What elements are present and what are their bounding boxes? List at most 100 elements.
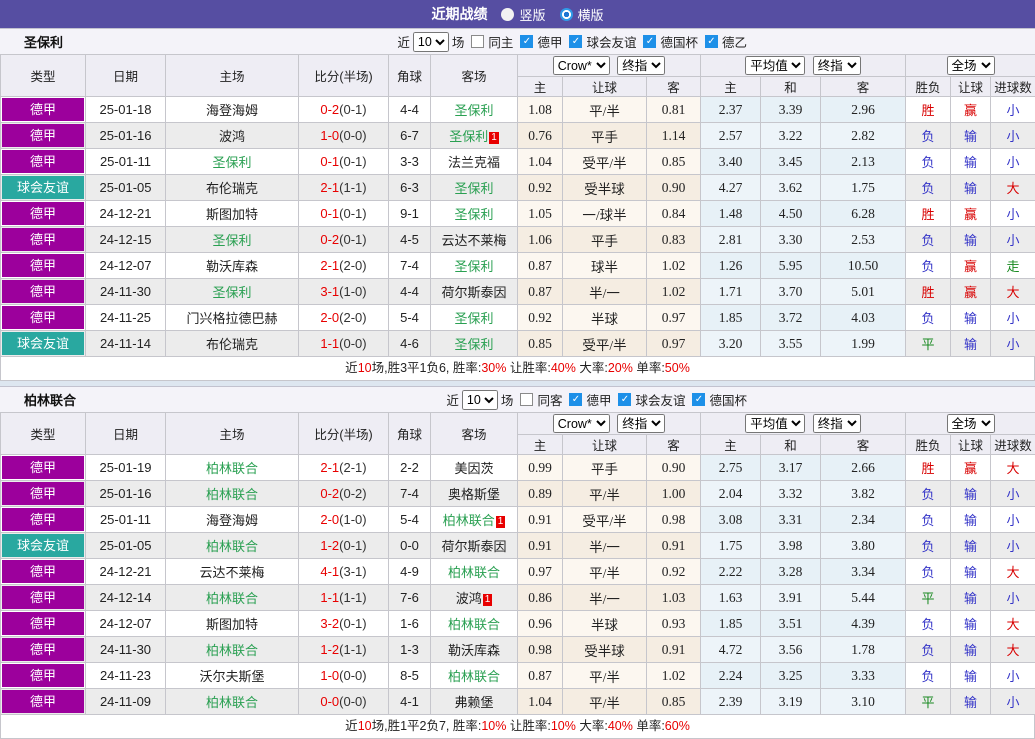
same-venue-checkbox[interactable] xyxy=(471,35,484,48)
league-type-cell: 球会友谊 xyxy=(1,331,86,357)
league-checkbox[interactable] xyxy=(643,35,656,48)
home-odds-cell: 1.04 xyxy=(518,149,563,175)
league-checkbox-label: 德甲 xyxy=(537,32,562,51)
league-type-cell: 德甲 xyxy=(1,253,86,279)
home-team-name: 门兴格拉德巴赫 xyxy=(186,311,277,326)
league-checkbox[interactable] xyxy=(705,35,718,48)
handicap-result-cell: 输 xyxy=(951,481,991,507)
avg-away-cell: 1.99 xyxy=(821,331,906,357)
fulltime-score: 2-0 xyxy=(320,310,339,325)
team-name: 圣保利 xyxy=(24,32,63,51)
fulltime-score: 0-2 xyxy=(320,102,339,117)
match-count-select[interactable]: 10 xyxy=(413,32,449,52)
avg-select[interactable]: 平均值 xyxy=(745,414,805,433)
handicap-result-cell: 赢 xyxy=(951,253,991,279)
away-team-cell: 圣保利 xyxy=(431,305,518,331)
league-checkbox-label: 德国杯 xyxy=(709,390,747,409)
avg-draw-cell: 3.30 xyxy=(761,227,821,253)
sub-header: 让球 xyxy=(563,77,647,97)
league-checkbox[interactable] xyxy=(692,393,705,406)
league-type-badge: 德甲 xyxy=(2,664,84,687)
table-row: 德甲24-11-23沃尔夫斯堡1-0(0-0)8-5柏林联合0.87平/半1.0… xyxy=(1,663,1035,689)
handicap-result-cell: 输 xyxy=(951,149,991,175)
avg-time-select[interactable]: 终指 xyxy=(813,56,861,75)
result-cell: 负 xyxy=(906,149,951,175)
avg-home-cell: 1.48 xyxy=(701,201,761,227)
table-row: 德甲25-01-11海登海姆2-0(1-0)5-4柏林联合10.91受平/半0.… xyxy=(1,507,1035,533)
odds-time-select[interactable]: 终指 xyxy=(617,56,665,75)
away-team-cell: 勒沃库森 xyxy=(431,637,518,663)
summary-text: 大率: xyxy=(576,361,608,375)
home-team-cell: 波鸿 xyxy=(166,123,299,149)
league-type-badge: 德甲 xyxy=(2,98,84,121)
summary-text: 10% xyxy=(551,719,576,733)
scope-select[interactable]: 全场 xyxy=(947,414,995,433)
goals-result-cell: 大 xyxy=(991,637,1035,663)
near-label: 近 xyxy=(446,390,459,409)
league-checkbox[interactable] xyxy=(618,393,631,406)
match-count-select[interactable]: 10 xyxy=(462,390,498,410)
goals-result-cell: 大 xyxy=(991,559,1035,585)
avg-home-cell: 2.39 xyxy=(701,689,761,715)
handicap-cell: 平/半 xyxy=(563,481,647,507)
odds-source-select[interactable]: Crow* xyxy=(553,56,610,75)
avg-draw-cell: 4.50 xyxy=(761,201,821,227)
home-team-cell: 斯图加特 xyxy=(166,611,299,637)
avg-draw-cell: 3.55 xyxy=(761,331,821,357)
halftime-score: (1-0) xyxy=(339,512,366,527)
corners-cell: 0-0 xyxy=(389,533,431,559)
table-row: 球会友谊25-01-05柏林联合1-2(0-1)0-0荷尔斯泰因0.91半/一0… xyxy=(1,533,1035,559)
home-team-name: 斯图加特 xyxy=(206,207,258,222)
avg-home-cell: 2.24 xyxy=(701,663,761,689)
same-venue-checkbox[interactable] xyxy=(520,393,533,406)
home-team-name: 云达不莱梅 xyxy=(199,565,264,580)
handicap-cell: 半球 xyxy=(563,611,647,637)
fulltime-score: 0-1 xyxy=(320,206,339,221)
avg-away-cell: 2.66 xyxy=(821,455,906,481)
summary-text: 单率: xyxy=(633,719,665,733)
home-team-name: 柏林联合 xyxy=(206,695,258,710)
radio-icon[interactable] xyxy=(501,8,514,21)
score-cell: 4-1(3-1) xyxy=(299,559,389,585)
score-cell: 1-2(0-1) xyxy=(299,533,389,559)
handicap-cell: 受平/半 xyxy=(563,331,647,357)
league-type-cell: 德甲 xyxy=(1,689,86,715)
handicap-cell: 受平/半 xyxy=(563,507,647,533)
odds-source-select[interactable]: Crow* xyxy=(553,414,610,433)
avg-select[interactable]: 平均值 xyxy=(745,56,805,75)
layout-option-label: 横版 xyxy=(578,5,604,24)
avg-away-cell: 2.96 xyxy=(821,97,906,123)
avg-away-cell: 1.78 xyxy=(821,637,906,663)
result-cell: 负 xyxy=(906,533,951,559)
avg-draw-cell: 3.70 xyxy=(761,279,821,305)
near-label: 近 xyxy=(397,32,410,51)
col-header-corners: 角球 xyxy=(389,413,431,455)
fulltime-score: 2-1 xyxy=(320,180,339,195)
radio-selected-icon[interactable] xyxy=(560,8,573,21)
league-checkbox[interactable] xyxy=(520,35,533,48)
table-row: 德甲24-11-30柏林联合1-2(1-1)1-3勒沃库森0.98受半球0.91… xyxy=(1,637,1035,663)
league-type-badge: 德甲 xyxy=(2,124,84,147)
layout-option-vertical[interactable]: 竖版 xyxy=(501,5,545,24)
avg-time-select[interactable]: 终指 xyxy=(813,414,861,433)
away-team-cell: 圣保利1 xyxy=(431,123,518,149)
score-cell: 1-0(0-0) xyxy=(299,663,389,689)
layout-option-horizontal[interactable]: 横版 xyxy=(560,5,604,24)
league-checkbox[interactable] xyxy=(569,35,582,48)
team-section-stpauli: 圣保利 近10场同主德甲球会友谊德国杯德乙 类型 日期 主场 比分(半场) 角球… xyxy=(0,28,1035,381)
date-cell: 25-01-19 xyxy=(86,455,166,481)
league-type-cell: 德甲 xyxy=(1,663,86,689)
avg-draw-cell: 3.28 xyxy=(761,559,821,585)
away-team-cell: 柏林联合1 xyxy=(431,507,518,533)
away-odds-cell: 0.93 xyxy=(647,611,701,637)
league-type-badge: 球会友谊 xyxy=(2,534,84,557)
home-odds-cell: 0.99 xyxy=(518,455,563,481)
date-cell: 24-12-21 xyxy=(86,201,166,227)
odds-time-select[interactable]: 终指 xyxy=(617,414,665,433)
home-odds-cell: 0.87 xyxy=(518,663,563,689)
fulltime-score: 0-2 xyxy=(320,232,339,247)
fulltime-score: 3-1 xyxy=(320,284,339,299)
league-checkbox[interactable] xyxy=(569,393,582,406)
date-cell: 24-11-14 xyxy=(86,331,166,357)
scope-select[interactable]: 全场 xyxy=(947,56,995,75)
